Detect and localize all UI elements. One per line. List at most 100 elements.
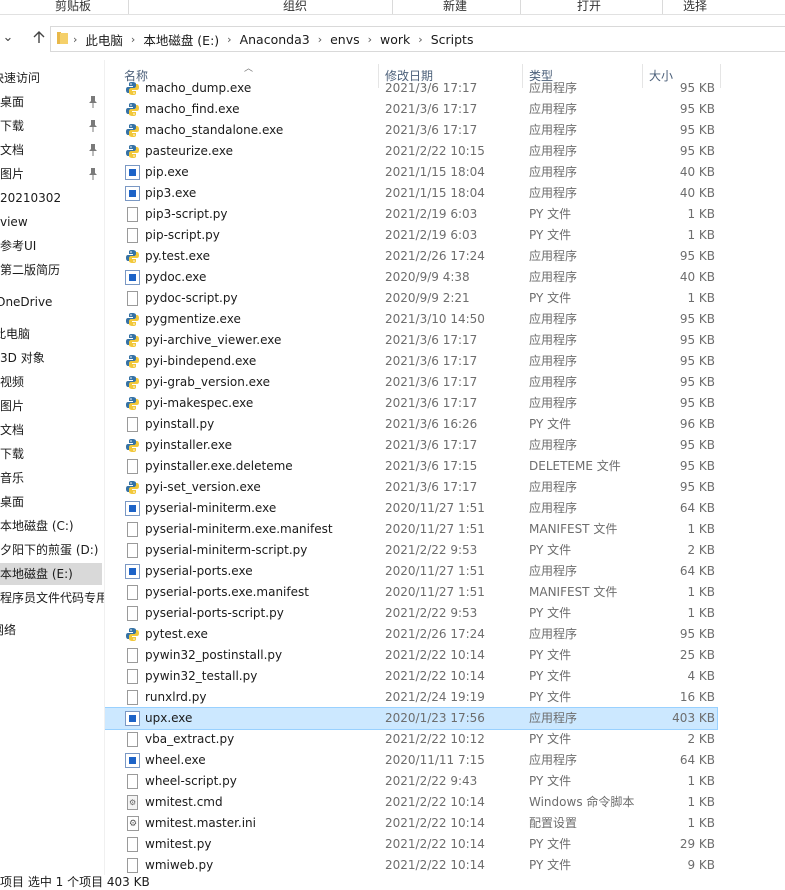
- file-size: 95 KB: [679, 627, 715, 641]
- file-row[interactable]: wmiweb.py 2021/2/22 10:14 PY 文件 9 KB: [105, 855, 717, 875]
- chevron-right-icon[interactable]: ›: [368, 33, 372, 46]
- python-exe-icon: [126, 628, 139, 641]
- file-type: 应用程序: [529, 354, 578, 368]
- nav-item[interactable]: 视频: [0, 371, 102, 393]
- nav-item[interactable]: 图片: [0, 163, 102, 185]
- file-row[interactable]: pyi-makespec.exe 2021/3/6 17:17 应用程序 95 KB: [105, 393, 717, 414]
- file-row[interactable]: pyi-archive_viewer.exe 2021/3/6 17:17 应用程序…: [105, 330, 717, 351]
- file-row[interactable]: pyserial-ports.exe 2020/11/27 1:51 应用程序 64 …: [105, 561, 717, 582]
- up-arrow-icon[interactable]: [31, 30, 47, 46]
- nav-item[interactable]: 20210302: [0, 187, 102, 209]
- file-row[interactable]: pyinstall.py 2021/3/6 16:26 PY 文件 96 KB: [105, 414, 717, 435]
- chevron-right-icon[interactable]: ›: [418, 33, 422, 46]
- app-window-icon: [125, 711, 140, 726]
- file-row[interactable]: pyserial-miniterm.exe 2020/11/27 1:51 应用程序…: [105, 498, 717, 519]
- file-name: pydoc-script.py: [145, 291, 238, 305]
- file-row[interactable]: runxlrd.py 2021/2/24 19:19 PY 文件 16 KB: [105, 687, 717, 708]
- nav-item[interactable]: 本地磁盘 (C:): [0, 515, 102, 537]
- app-window-icon: [125, 564, 140, 579]
- file-row[interactable]: macho_standalone.exe 2021/3/6 17:17 应用程序 95…: [105, 120, 717, 141]
- ribbon-divider: [128, 0, 129, 14]
- file-type: 应用程序: [529, 753, 578, 767]
- file-row[interactable]: wmitest.cmd 2021/2/22 10:14 Windows 命令脚本 1 …: [105, 792, 717, 813]
- file-row[interactable]: upx.exe 2020/1/23 17:56 应用程序 403 KB: [105, 707, 718, 730]
- breadcrumb-scripts[interactable]: Scripts: [431, 32, 474, 47]
- nav-item[interactable]: view: [0, 211, 102, 233]
- nav-item[interactable]: OneDrive: [0, 291, 102, 313]
- file-row[interactable]: pyserial-ports-script.py 2021/2/22 9:53 PY…: [105, 603, 717, 624]
- nav-item[interactable]: 快速访问: [0, 67, 102, 89]
- file-row[interactable]: macho_find.exe 2021/3/6 17:17 应用程序 95 KB: [105, 99, 717, 120]
- file-row[interactable]: pygmentize.exe 2021/3/10 14:50 应用程序 95 KB: [105, 309, 717, 330]
- file-row[interactable]: wmitest.py 2021/2/22 10:14 PY 文件 29 KB: [105, 834, 717, 855]
- file-size: 403 KB: [672, 711, 715, 725]
- breadcrumb-work[interactable]: work: [380, 32, 410, 47]
- file-row[interactable]: pip-script.py 2021/2/19 6:03 PY 文件 1 KB: [105, 225, 717, 246]
- file-row[interactable]: pyinstaller.exe 2021/3/6 17:17 应用程序 95 KB: [105, 435, 717, 456]
- nav-item[interactable]: 夕阳下的煎蛋 (D:): [0, 539, 102, 561]
- file-type: 应用程序: [529, 480, 578, 494]
- file-row[interactable]: pyi-set_version.exe 2021/3/6 17:17 应用程序 95 …: [105, 477, 717, 498]
- nav-item[interactable]: 下载: [0, 115, 102, 137]
- file-name: runxlrd.py: [145, 690, 207, 704]
- file-row[interactable]: pasteurize.exe 2021/2/22 10:15 应用程序 95 KB: [105, 141, 717, 162]
- file-size: 4 KB: [687, 669, 715, 683]
- file-row[interactable]: pip3.exe 2021/1/15 18:04 应用程序 40 KB: [105, 183, 717, 204]
- nav-item[interactable]: 第二版简历: [0, 259, 102, 281]
- nav-item[interactable]: 本地磁盘 (E:): [0, 563, 102, 585]
- nav-item[interactable]: 网络: [0, 619, 102, 641]
- file-name: pyinstall.py: [145, 417, 215, 431]
- nav-item[interactable]: 文档: [0, 419, 102, 441]
- nav-item[interactable]: 程序员文件代码专用: [0, 587, 104, 609]
- chevron-right-icon[interactable]: ›: [131, 33, 135, 46]
- file-row[interactable]: pyinstaller.exe.deleteme 2021/3/6 17:15 DE…: [105, 456, 717, 477]
- nav-item[interactable]: 参考UI: [0, 235, 102, 257]
- file-row[interactable]: wheel.exe 2020/11/11 7:15 应用程序 64 KB: [105, 750, 717, 771]
- file-size: 95 KB: [679, 102, 715, 116]
- nav-item[interactable]: 桌面: [0, 491, 102, 513]
- nav-item[interactable]: 桌面: [0, 91, 102, 113]
- file-type: 应用程序: [529, 564, 578, 578]
- breadcrumb-drive-e[interactable]: 本地磁盘 (E:): [143, 30, 219, 49]
- file-row[interactable]: pyserial-miniterm.exe.manifest 2020/11/27…: [105, 519, 717, 540]
- file-row[interactable]: wmitest.master.ini 2021/2/22 10:14 配置设置 1 K…: [105, 813, 717, 835]
- address-bar[interactable]: › 此电脑 › 本地磁盘 (E:) › Anaconda3 › envs › w…: [50, 26, 785, 52]
- file-type: 应用程序: [529, 375, 578, 389]
- nav-item[interactable]: 文档: [0, 139, 102, 161]
- file-row[interactable]: pip3-script.py 2021/2/19 6:03 PY 文件 1 KB: [105, 204, 717, 225]
- file-size: 95 KB: [679, 312, 715, 326]
- file-row[interactable]: pywin32_postinstall.py 2021/2/22 10:14 PY …: [105, 645, 717, 666]
- file-date: 2021/2/26 17:24: [385, 249, 485, 263]
- document-icon: [127, 522, 138, 537]
- nav-item[interactable]: 下载: [0, 443, 102, 465]
- nav-item[interactable]: 此电脑: [0, 323, 102, 345]
- nav-item[interactable]: 音乐: [0, 467, 102, 489]
- chevron-right-icon[interactable]: ›: [318, 33, 322, 46]
- file-row[interactable]: vba_extract.py 2021/2/22 10:12 PY 文件 2 KB: [105, 729, 717, 750]
- file-row[interactable]: pywin32_testall.py 2021/2/22 10:14 PY 文件 4 …: [105, 666, 717, 687]
- nav-item[interactable]: 图片: [0, 395, 102, 417]
- file-row[interactable]: macho_dump.exe 2021/3/6 17:17 应用程序 95 KB: [105, 78, 717, 99]
- file-row[interactable]: pip.exe 2021/1/15 18:04 应用程序 40 KB: [105, 162, 717, 183]
- nav-item[interactable]: 3D 对象: [0, 347, 102, 369]
- file-row[interactable]: pyi-bindepend.exe 2021/3/6 17:17 应用程序 95 KB: [105, 351, 717, 372]
- file-row[interactable]: pydoc-script.py 2020/9/9 2:21 PY 文件 1 KB: [105, 288, 717, 309]
- file-row[interactable]: pydoc.exe 2020/9/9 4:38 应用程序 40 KB: [105, 267, 717, 288]
- file-row[interactable]: pytest.exe 2021/2/26 17:24 应用程序 95 KB: [105, 624, 717, 645]
- document-icon: [127, 228, 138, 243]
- chevron-right-icon[interactable]: ›: [227, 33, 231, 46]
- file-row[interactable]: pyserial-ports.exe.manifest 2020/11/27 1:…: [105, 582, 717, 603]
- breadcrumb-envs[interactable]: envs: [330, 32, 360, 47]
- file-name: macho_dump.exe: [145, 81, 252, 95]
- file-row[interactable]: pyi-grab_version.exe 2021/3/6 17:17 应用程序 95…: [105, 372, 717, 393]
- column-divider[interactable]: [720, 64, 721, 88]
- breadcrumb-this-pc[interactable]: 此电脑: [85, 30, 123, 49]
- file-row[interactable]: pyserial-miniterm-script.py 2021/2/22 9:5…: [105, 540, 717, 561]
- breadcrumb-anaconda3[interactable]: Anaconda3: [240, 32, 310, 47]
- status-text: 项目 选中 1 个项目 403 KB: [0, 875, 150, 889]
- file-row[interactable]: py.test.exe 2021/2/26 17:24 应用程序 95 KB: [105, 246, 717, 267]
- chevron-down-icon[interactable]: ⌄: [0, 30, 16, 46]
- file-name: wmitest.py: [145, 837, 212, 851]
- ribbon-group-open: 打开: [577, 0, 602, 13]
- file-row[interactable]: wheel-script.py 2021/2/22 9:43 PY 文件 1 KB: [105, 771, 717, 792]
